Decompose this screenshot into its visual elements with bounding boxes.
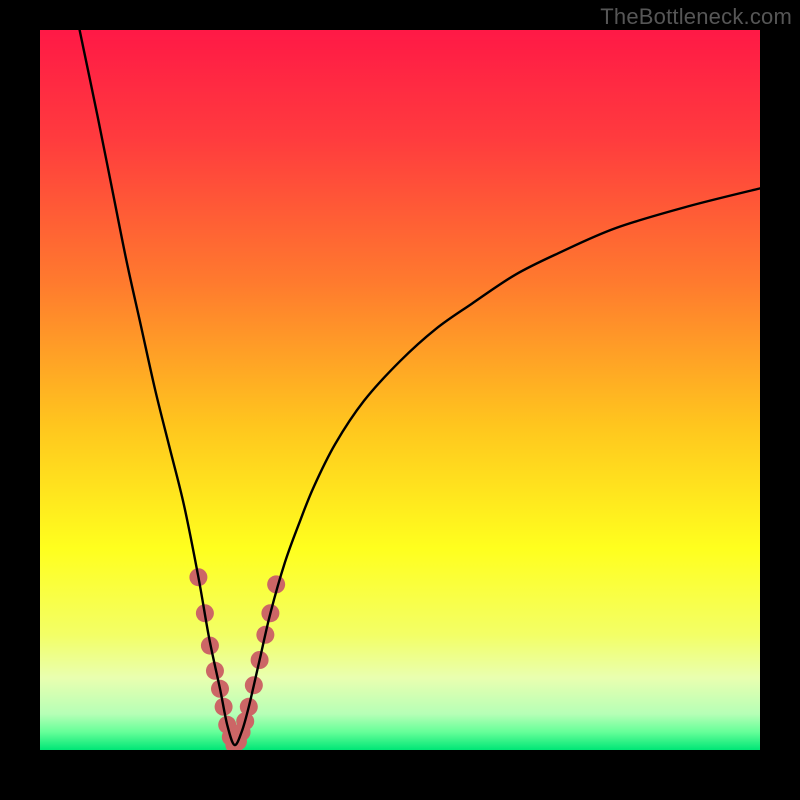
min-region-markers [189,568,285,750]
watermark-text: TheBottleneck.com [600,4,792,30]
bottleneck-curve [80,30,760,745]
chart-svg [40,30,760,750]
plot-area [40,30,760,750]
chart-frame: TheBottleneck.com [0,0,800,800]
